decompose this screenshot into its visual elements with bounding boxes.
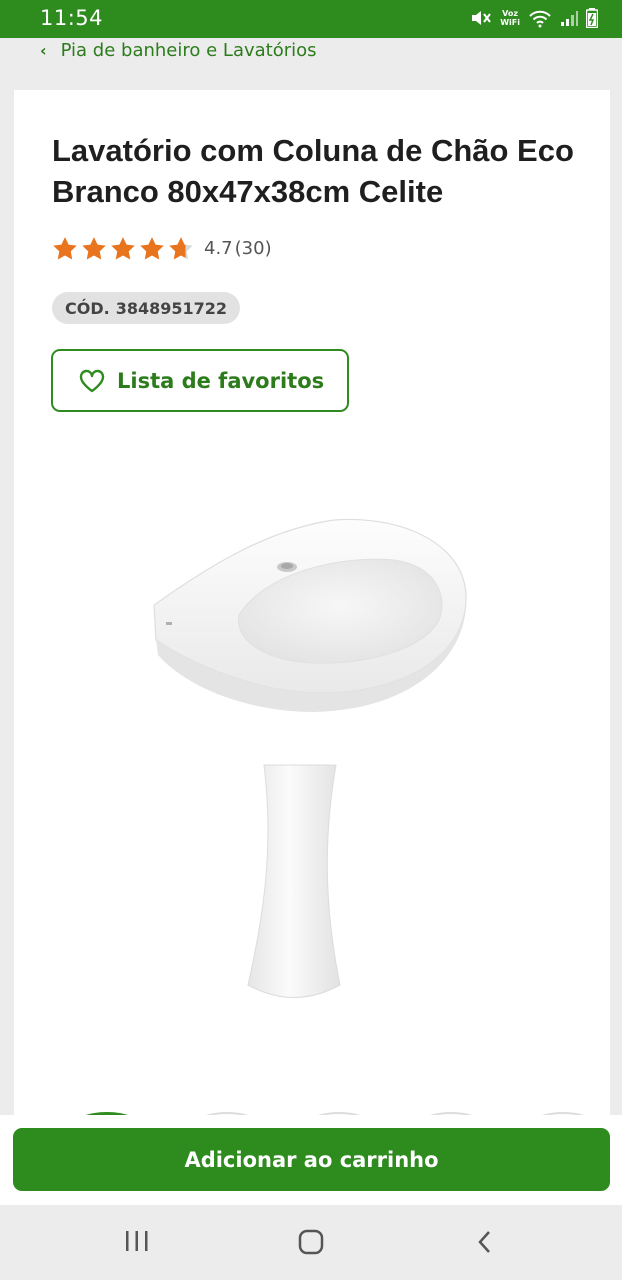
rating[interactable]: 4.7 (30) xyxy=(52,236,272,261)
recent-apps-icon[interactable] xyxy=(124,1229,150,1253)
mute-icon xyxy=(470,8,492,28)
back-icon[interactable] xyxy=(474,1229,496,1255)
sku-badge: CÓD. 3848951722 xyxy=(52,292,241,324)
status-time: 11:54 xyxy=(40,6,104,30)
product-card: Lavatório com Coluna de Chão Eco Branco … xyxy=(14,90,610,1120)
chevron-left-icon[interactable]: ‹ xyxy=(40,41,47,60)
battery-icon xyxy=(586,8,598,28)
product-title: Lavatório com Coluna de Chão Eco Branco … xyxy=(52,133,574,209)
star-icon xyxy=(52,236,78,261)
status-bar: 11:54 Voz WiFi xyxy=(0,0,622,38)
wifi-icon xyxy=(528,8,552,28)
sku-code: 3848951722 xyxy=(115,298,228,318)
favorites-label: Lista de favoritos xyxy=(117,368,325,393)
rating-stars xyxy=(52,236,194,261)
sku-prefix: CÓD. xyxy=(65,298,110,318)
system-nav-bar xyxy=(0,1205,622,1280)
signal-icon xyxy=(560,9,578,27)
cart-bar: Adicionar ao carrinho xyxy=(0,1115,622,1205)
rating-value: 4.7 xyxy=(204,238,233,259)
rating-count[interactable]: (30) xyxy=(235,238,272,259)
status-icons: Voz WiFi xyxy=(470,8,598,28)
product-image[interactable] xyxy=(144,515,474,1015)
add-to-cart-button[interactable]: Adicionar ao carrinho xyxy=(13,1128,610,1191)
favorites-button[interactable]: Lista de favoritos xyxy=(51,349,349,412)
voz-wifi-label: Voz WiFi xyxy=(500,9,520,27)
breadcrumb[interactable]: ‹ Pia de banheiro e Lavatórios xyxy=(40,40,317,61)
breadcrumb-band: ‹ Pia de banheiro e Lavatórios xyxy=(0,38,622,90)
star-icon xyxy=(81,236,107,261)
star-icon xyxy=(139,236,165,261)
star-icon xyxy=(110,236,136,261)
breadcrumb-category[interactable]: Pia de banheiro e Lavatórios xyxy=(61,40,317,61)
home-icon[interactable] xyxy=(297,1229,325,1255)
heart-icon xyxy=(79,369,105,393)
star-half-icon xyxy=(168,236,194,261)
